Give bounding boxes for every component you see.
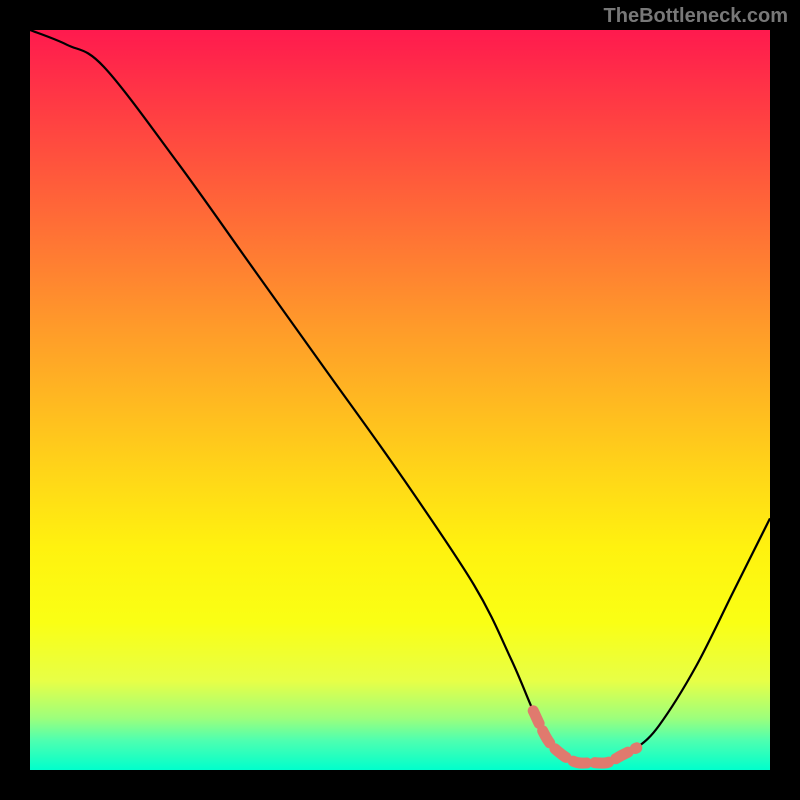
bottleneck-chart [30,30,770,770]
highlight-band-line [533,711,637,763]
watermark-text: TheBottleneck.com [604,5,788,28]
bottleneck-curve-line [30,30,770,763]
